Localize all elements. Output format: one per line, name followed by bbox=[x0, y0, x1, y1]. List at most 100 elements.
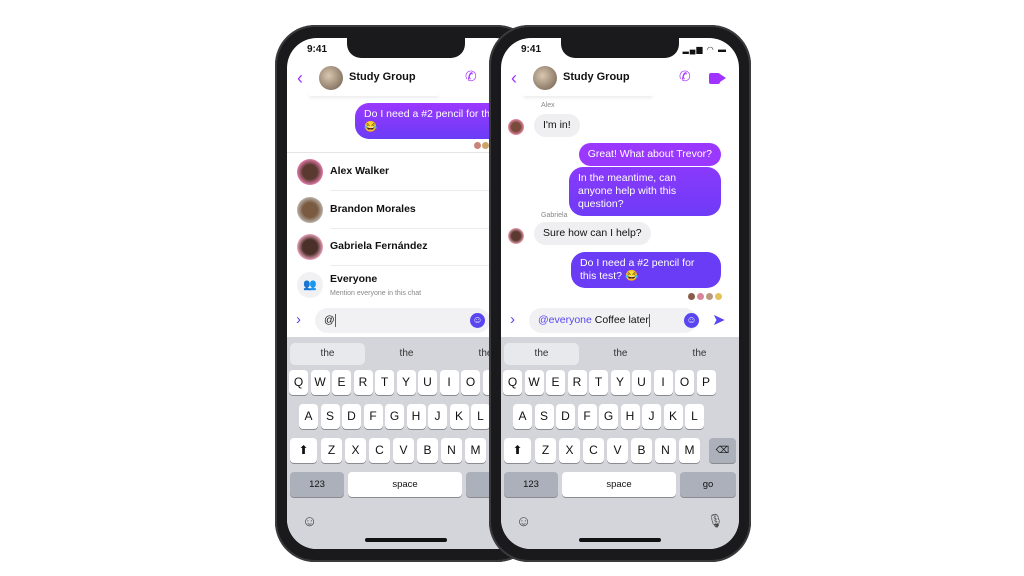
emoji-keyboard-icon[interactable]: ☺ bbox=[516, 513, 531, 530]
avatar-alex[interactable] bbox=[508, 119, 524, 135]
key-g[interactable]: G bbox=[385, 404, 404, 429]
message-bubble: I'm in! bbox=[534, 114, 580, 137]
shift-key[interactable]: ⬆ bbox=[290, 438, 317, 463]
key-x[interactable]: X bbox=[559, 438, 580, 463]
group-avatar[interactable] bbox=[533, 66, 557, 90]
chat-title[interactable]: Study Group bbox=[349, 71, 416, 83]
home-indicator[interactable] bbox=[579, 538, 661, 542]
home-indicator[interactable] bbox=[365, 538, 447, 542]
key-e[interactable]: E bbox=[332, 370, 351, 395]
emoji-keyboard-icon[interactable]: ☺ bbox=[302, 513, 317, 530]
key-j[interactable]: J bbox=[428, 404, 447, 429]
key-d[interactable]: D bbox=[342, 404, 361, 429]
back-chevron-icon[interactable]: ‹ bbox=[297, 68, 303, 89]
suggestion[interactable]: the bbox=[504, 343, 579, 365]
key-f[interactable]: F bbox=[577, 404, 597, 429]
expand-chevron-icon[interactable]: › bbox=[296, 311, 301, 328]
key-y[interactable]: Y bbox=[610, 370, 630, 395]
go-key[interactable]: go bbox=[680, 472, 736, 497]
key-a[interactable]: A bbox=[299, 404, 318, 429]
key-o[interactable]: O bbox=[461, 370, 480, 395]
numbers-key[interactable]: 123 bbox=[290, 472, 344, 497]
suggestion[interactable]: the bbox=[583, 343, 658, 365]
key-b[interactable]: B bbox=[417, 438, 438, 463]
read-receipt-avatar bbox=[687, 292, 696, 301]
key-v[interactable]: V bbox=[607, 438, 628, 463]
send-icon[interactable]: ➤ bbox=[712, 310, 725, 330]
suggestion[interactable]: the bbox=[369, 343, 444, 365]
emoji-icon[interactable]: ☺ bbox=[684, 313, 699, 328]
mention-name: Brandon Morales bbox=[330, 202, 416, 215]
message-bubble: Sure how can I help? bbox=[534, 222, 651, 245]
key-r[interactable]: R bbox=[567, 370, 587, 395]
key-z[interactable]: Z bbox=[535, 438, 556, 463]
avatar-gabriela[interactable] bbox=[508, 228, 524, 244]
emoji-icon[interactable]: ☺ bbox=[470, 313, 485, 328]
key-u[interactable]: U bbox=[632, 370, 651, 395]
delete-key[interactable]: ⌫ bbox=[709, 438, 736, 463]
key-l[interactable]: L bbox=[685, 404, 704, 429]
status-time: 9:41 bbox=[521, 44, 542, 55]
key-n[interactable]: N bbox=[441, 438, 462, 463]
key-m[interactable]: M bbox=[679, 438, 700, 463]
key-w[interactable]: W bbox=[524, 370, 544, 395]
key-i[interactable]: I bbox=[653, 370, 673, 395]
numbers-key[interactable]: 123 bbox=[504, 472, 558, 497]
key-f[interactable]: F bbox=[363, 404, 383, 429]
phone-icon[interactable]: ✆ bbox=[679, 68, 691, 85]
key-t[interactable]: T bbox=[589, 370, 608, 395]
shift-key[interactable]: ⬆ bbox=[504, 438, 531, 463]
message-bubble: Great! What about Trevor? bbox=[578, 143, 721, 166]
key-c[interactable]: C bbox=[369, 438, 390, 463]
key-u[interactable]: U bbox=[418, 370, 437, 395]
key-r[interactable]: R bbox=[353, 370, 373, 395]
microphone-icon[interactable]: 🎙 bbox=[707, 513, 724, 529]
expand-chevron-icon[interactable]: › bbox=[510, 311, 515, 328]
read-receipt-avatar bbox=[696, 292, 705, 301]
suggestion[interactable]: the bbox=[662, 343, 737, 365]
key-x[interactable]: X bbox=[345, 438, 366, 463]
key-c[interactable]: C bbox=[583, 438, 604, 463]
suggestion[interactable]: the bbox=[290, 343, 365, 365]
caret bbox=[334, 313, 336, 327]
key-s[interactable]: S bbox=[320, 404, 340, 429]
key-k[interactable]: K bbox=[449, 404, 469, 429]
key-z[interactable]: Z bbox=[321, 438, 342, 463]
mention-name: Gabriela Fernández bbox=[330, 240, 428, 252]
key-b[interactable]: B bbox=[631, 438, 652, 463]
key-o[interactable]: O bbox=[675, 370, 694, 395]
key-k[interactable]: K bbox=[663, 404, 683, 429]
key-v[interactable]: V bbox=[393, 438, 414, 463]
group-avatar[interactable] bbox=[319, 66, 343, 90]
header-shadow bbox=[523, 92, 653, 96]
key-w[interactable]: W bbox=[310, 370, 330, 395]
message-input[interactable]: @ bbox=[315, 308, 490, 333]
space-key[interactable]: space bbox=[348, 472, 462, 497]
message-bubble: In the meantime, can anyone help with th… bbox=[569, 167, 721, 216]
key-h[interactable]: H bbox=[406, 404, 426, 429]
key-t[interactable]: T bbox=[375, 370, 394, 395]
back-chevron-icon[interactable]: ‹ bbox=[511, 68, 517, 89]
key-l[interactable]: L bbox=[471, 404, 490, 429]
key-g[interactable]: G bbox=[599, 404, 618, 429]
key-a[interactable]: A bbox=[513, 404, 532, 429]
message-input[interactable]: @everyone Coffee later bbox=[529, 308, 697, 333]
space-key[interactable]: space bbox=[562, 472, 676, 497]
avatar bbox=[297, 159, 323, 185]
key-i[interactable]: I bbox=[439, 370, 459, 395]
key-q[interactable]: Q bbox=[503, 370, 522, 395]
key-s[interactable]: S bbox=[534, 404, 554, 429]
phone-icon[interactable]: ✆ bbox=[465, 68, 477, 85]
status-time: 9:41 bbox=[307, 44, 328, 55]
key-j[interactable]: J bbox=[642, 404, 661, 429]
key-h[interactable]: H bbox=[620, 404, 640, 429]
key-y[interactable]: Y bbox=[396, 370, 416, 395]
key-e[interactable]: E bbox=[546, 370, 565, 395]
key-q[interactable]: Q bbox=[289, 370, 308, 395]
key-d[interactable]: D bbox=[556, 404, 575, 429]
chat-title[interactable]: Study Group bbox=[563, 71, 630, 83]
key-n[interactable]: N bbox=[655, 438, 676, 463]
video-camera-icon[interactable] bbox=[709, 73, 720, 84]
key-m[interactable]: M bbox=[465, 438, 486, 463]
key-p[interactable]: P bbox=[696, 370, 716, 395]
